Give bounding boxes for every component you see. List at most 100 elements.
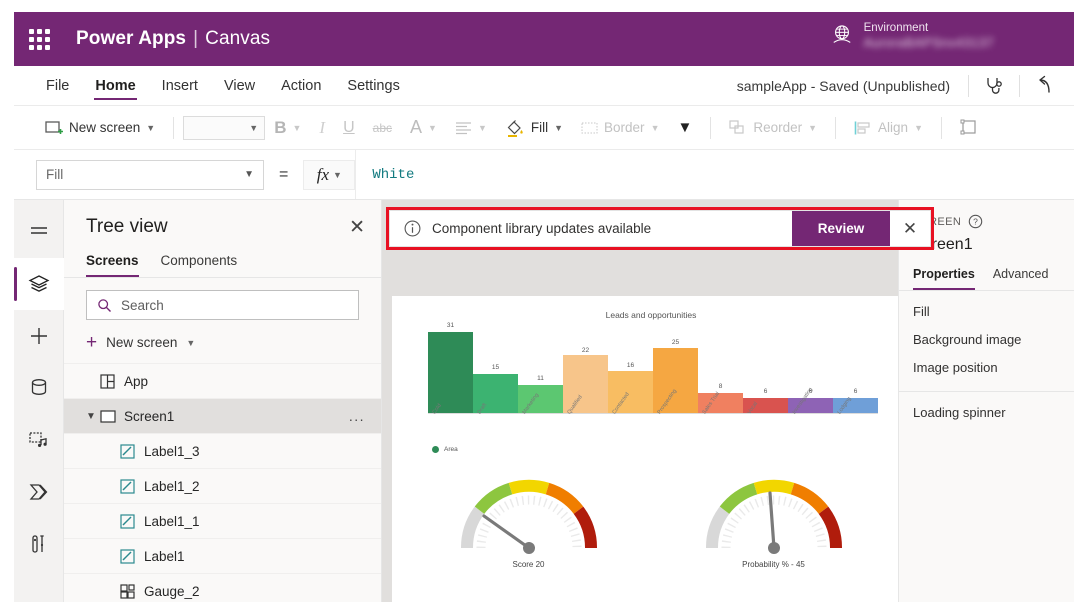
align-label: Align xyxy=(878,120,909,135)
tree-view-layers-icon[interactable] xyxy=(13,258,64,310)
reorder-button[interactable]: Reorder ▼ xyxy=(720,116,826,140)
property-row-fill[interactable]: Fill xyxy=(899,291,1074,319)
app-icon xyxy=(100,373,124,389)
property-select[interactable]: Fill ▼ xyxy=(36,159,264,190)
new-screen-button[interactable]: New screen ▼ xyxy=(36,116,164,140)
align-objects-icon xyxy=(854,121,870,134)
close-icon[interactable]: ✕ xyxy=(890,211,930,246)
menu-item-settings[interactable]: Settings xyxy=(335,69,411,102)
group-icon xyxy=(960,119,976,135)
chevron-down-icon: ▼ xyxy=(477,122,487,133)
property-row-loading-spinner[interactable]: Loading spinner xyxy=(899,392,1074,420)
strikethrough-button[interactable]: abc xyxy=(364,117,401,139)
fx-label: fx xyxy=(316,164,330,184)
equals-sign: = xyxy=(279,165,289,183)
ribbon-toolbar: New screen ▼ ▼ B ▼ I U abc A ▼ ▼ Fill ▼ … xyxy=(14,106,1074,150)
tree-view-panel: Tree view ✕ Screens Components Search + … xyxy=(64,200,382,602)
tree-item-label1-3[interactable]: Label1_3 xyxy=(64,433,381,468)
insert-plus-icon[interactable] xyxy=(14,310,64,362)
variables-tools-icon[interactable] xyxy=(14,518,64,570)
label-icon xyxy=(120,513,144,529)
tab-properties[interactable]: Properties xyxy=(913,264,975,290)
search-icon xyxy=(98,298,111,312)
property-row-background-image[interactable]: Background image xyxy=(899,319,1074,347)
fill-label: Fill xyxy=(530,120,549,135)
underline-label: U xyxy=(343,118,355,136)
close-icon[interactable]: ✕ xyxy=(349,218,365,237)
tree-item-label1[interactable]: Label1 xyxy=(64,538,381,573)
brand-subtitle: Canvas xyxy=(205,28,271,49)
tree-item-label1-1[interactable]: Label1_1 xyxy=(64,503,381,538)
more-options-chevron-icon: ▼ xyxy=(677,119,693,136)
align-icon xyxy=(455,121,471,134)
border-button[interactable]: Border ▼ xyxy=(572,116,668,139)
fx-button[interactable]: fx ▼ xyxy=(303,159,356,190)
bar-value: 15 xyxy=(491,363,500,371)
power-automate-flows-icon[interactable] xyxy=(14,466,64,518)
italic-label: I xyxy=(319,117,326,137)
reorder-label: Reorder xyxy=(753,120,803,135)
tree-item-label1-2[interactable]: Label1_2 xyxy=(64,468,381,503)
waffle-menu-icon[interactable] xyxy=(24,24,54,54)
text-align-button[interactable]: ▼ xyxy=(446,117,496,139)
tree-item-label: Screen1 xyxy=(124,408,175,424)
bar-chart[interactable]: Leads and opportunities 31 15 11 22 16 2… xyxy=(406,310,896,458)
gauge-score[interactable]: Score 20 xyxy=(406,468,651,588)
bold-button[interactable]: B ▼ xyxy=(265,114,310,142)
align-button[interactable]: Align ▼ xyxy=(845,116,932,140)
tree-item-screen1[interactable]: ▼ Screen1 ... xyxy=(64,398,381,433)
bar-value: 22 xyxy=(581,346,590,354)
menu-bar: File Home Insert View Action Settings sa… xyxy=(14,66,1074,106)
italic-button[interactable]: I xyxy=(310,114,334,142)
gauge-score-dial xyxy=(460,479,597,554)
tab-advanced[interactable]: Advanced xyxy=(993,264,1049,290)
undo-button[interactable] xyxy=(1020,69,1070,103)
info-circle-icon xyxy=(404,220,421,237)
bar-value: 31 xyxy=(446,322,455,329)
tree-item-overflow-menu[interactable]: ... xyxy=(349,408,365,424)
gauge-probability-dial xyxy=(705,479,842,554)
brand-title[interactable]: Power Apps | Canvas xyxy=(76,28,270,50)
power-apps-studio: Power Apps | Canvas Environment AuroraBAPS… xyxy=(0,0,1089,614)
tree-item-app[interactable]: App xyxy=(64,363,381,398)
tree-search-row: Search xyxy=(64,278,381,326)
review-button[interactable]: Review xyxy=(792,211,890,246)
bar-value: 25 xyxy=(671,338,680,346)
property-row-image-position[interactable]: Image position xyxy=(899,347,1074,375)
fill-bucket-icon xyxy=(507,119,523,137)
tab-screens[interactable]: Screens xyxy=(86,248,139,277)
menu-item-view[interactable]: View xyxy=(212,69,267,102)
ribbon-divider-2 xyxy=(710,116,712,139)
search-input[interactable]: Search xyxy=(86,290,359,320)
menu-item-file[interactable]: File xyxy=(34,69,81,102)
data-sources-icon[interactable] xyxy=(14,362,64,414)
font-family-select[interactable]: ▼ xyxy=(183,115,266,140)
border-icon xyxy=(581,122,598,133)
media-icon[interactable] xyxy=(14,414,64,466)
chevron-down-icon[interactable]: ▼ xyxy=(86,411,100,422)
tree-item-label: Label1_1 xyxy=(144,513,200,529)
hamburger-menu-icon[interactable] xyxy=(14,206,64,258)
gauge-probability[interactable]: Probability % - 45 xyxy=(651,468,896,588)
app-screen-preview[interactable]: Leads and opportunities 31 15 11 22 16 2… xyxy=(392,296,898,602)
help-circle-icon[interactable]: ? xyxy=(968,214,983,229)
chevron-down-icon: ▼ xyxy=(249,122,259,133)
ribbon-more-button[interactable]: ▼ xyxy=(668,115,701,140)
tree-item-label: Label1 xyxy=(144,548,185,564)
menu-item-home[interactable]: Home xyxy=(83,69,147,102)
app-checker-button[interactable] xyxy=(969,69,1019,103)
fill-button[interactable]: Fill ▼ xyxy=(496,114,572,142)
gauge-row: Score 20 Probability % - 45 xyxy=(406,468,896,588)
canvas-area[interactable]: Leads and opportunities 31 15 11 22 16 2… xyxy=(382,200,898,602)
underline-button[interactable]: U xyxy=(334,115,364,141)
tab-components[interactable]: Components xyxy=(161,248,238,277)
group-button[interactable] xyxy=(951,115,987,140)
tree-item-gauge-2[interactable]: Gauge_2 xyxy=(64,573,381,602)
font-color-button[interactable]: A ▼ xyxy=(401,113,446,142)
formula-input[interactable]: White xyxy=(355,150,1074,199)
tree-new-screen-button[interactable]: + New screen ▼ xyxy=(64,326,381,363)
menu-item-insert[interactable]: Insert xyxy=(150,69,210,102)
chevron-down-icon: ▼ xyxy=(428,122,437,133)
menu-item-action[interactable]: Action xyxy=(269,69,333,102)
environment-selector[interactable]: Environment AuroraBAPSnx43137 xyxy=(831,21,994,52)
